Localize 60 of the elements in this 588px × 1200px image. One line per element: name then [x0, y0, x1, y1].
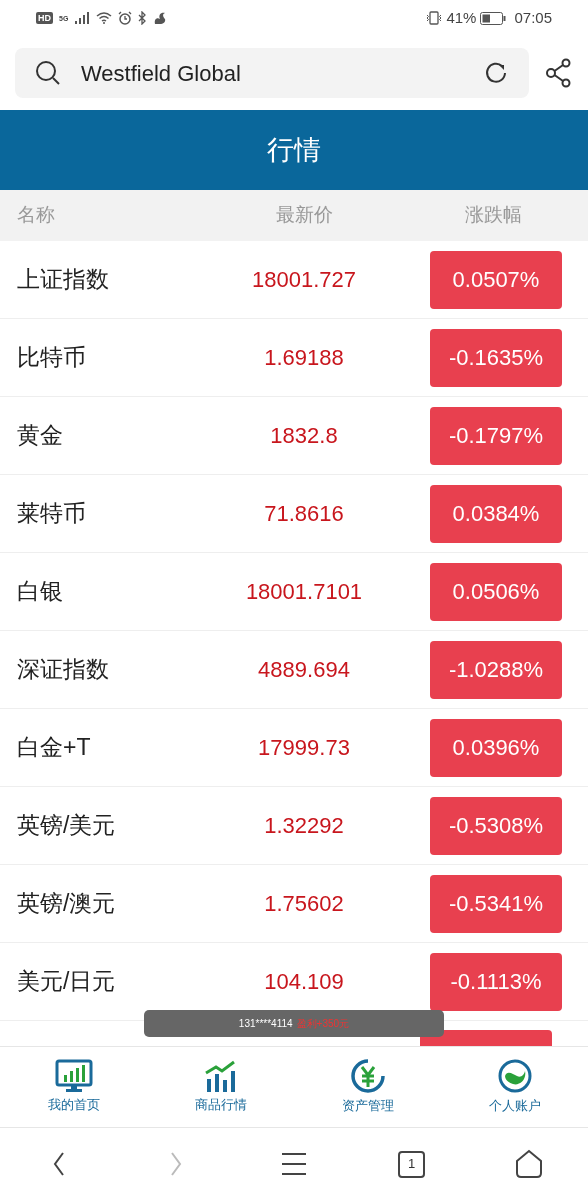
yen-coin-icon — [349, 1058, 386, 1095]
price-cell-text: 71.8616 — [263, 500, 345, 528]
nav-tab[interactable]: 资产管理 — [294, 1058, 441, 1116]
battery-icon — [480, 11, 507, 25]
price-cell-text: 4889.694 — [257, 656, 351, 684]
circle-wave-icon — [496, 1058, 533, 1095]
toast-profit: 盈利+350元 — [296, 1017, 350, 1031]
instrument-name: 黄金 — [16, 421, 64, 451]
instrument-name: 英镑/美元 — [16, 811, 117, 841]
change-badge: -0.5341% — [430, 874, 562, 933]
search-icon — [35, 60, 61, 86]
vibrate-icon — [426, 11, 443, 25]
instrument-name: 上证指数 — [16, 265, 110, 295]
change-badge: -0.1797% — [430, 406, 562, 465]
bar-chart-icon — [203, 1059, 238, 1094]
instrument-name: 深证指数 — [16, 655, 110, 685]
change-badge: 0.0396% — [430, 718, 562, 777]
alarm-icon — [118, 11, 133, 25]
hd-badge: HD — [36, 12, 53, 24]
refresh-icon[interactable] — [483, 60, 509, 86]
instrument-name: 比特币 — [16, 343, 87, 373]
price-cell-text: 1.75602 — [263, 890, 345, 918]
change-badge: 0.0507% — [430, 250, 562, 309]
nav-tab[interactable]: 我的首页 — [0, 1059, 147, 1115]
wifi-icon — [96, 12, 113, 24]
nav-tab[interactable]: 商品行情 — [147, 1059, 294, 1115]
search-field[interactable]: Westfield Global — [15, 48, 529, 98]
instrument-name: 白银 — [16, 577, 64, 607]
price-cell-text: 18001.7101 — [244, 578, 364, 606]
column-header: 名称 — [16, 203, 56, 228]
monitor-chart-icon — [54, 1059, 93, 1094]
menu-icon[interactable] — [281, 1152, 307, 1176]
nav-tab[interactable]: 个人账户 — [441, 1058, 588, 1116]
signal-icon — [74, 12, 91, 24]
column-header: 涨跌幅 — [463, 203, 523, 228]
instrument-name: 英镑/澳元 — [16, 889, 117, 919]
bluetooth-icon — [138, 11, 148, 25]
price-cell-text: 104.109 — [263, 968, 345, 996]
price-cell-text: 1.32292 — [263, 812, 345, 840]
change-badge: 0.0384% — [430, 484, 562, 543]
price-cell-text: 1.69188 — [263, 344, 345, 372]
price-cell-text: 18001.727 — [251, 266, 357, 294]
share-icon[interactable] — [545, 58, 573, 88]
change-badge: 0.0506% — [430, 562, 562, 621]
page-title: 行情 — [267, 133, 321, 167]
price-cell-text: 1832.8 — [269, 422, 339, 450]
instrument-name: 莱特币 — [16, 499, 87, 529]
clock-time: 07:05 — [514, 7, 552, 28]
change-badge: -1.0288% — [430, 640, 562, 699]
price-cell-text: 17999.73 — [257, 734, 351, 762]
battery-percent: 41% — [446, 7, 477, 28]
change-badge: -0.1635% — [430, 328, 562, 387]
instrument-name: 美元/日元 — [16, 967, 117, 997]
instrument-name: 白金+T — [16, 733, 92, 763]
toast-user: 131****4114 — [238, 1017, 293, 1031]
change-badge: -0.5308% — [430, 796, 562, 855]
change-badge: -0.1113% — [430, 952, 562, 1011]
tabs-button[interactable]: 1 — [398, 1150, 426, 1178]
home-icon[interactable] — [514, 1149, 545, 1179]
column-header: 最新价 — [274, 203, 334, 228]
